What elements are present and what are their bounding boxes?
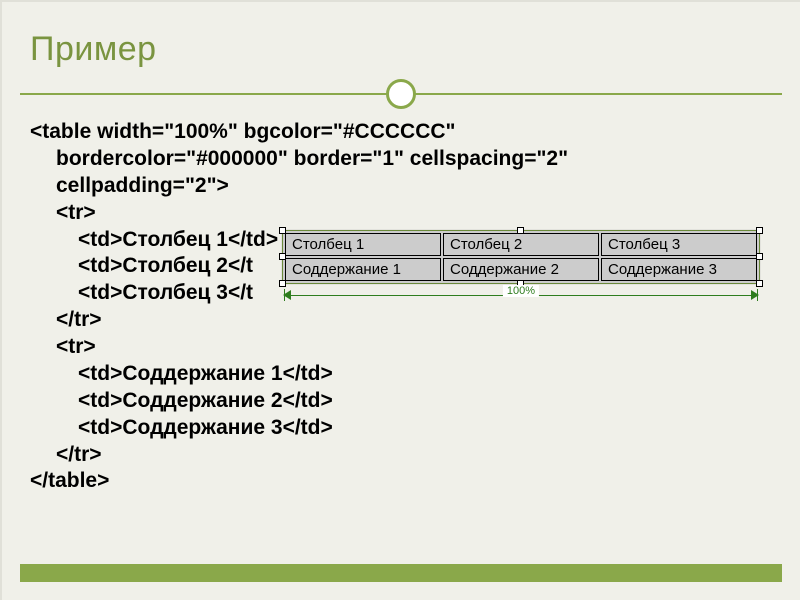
title-divider bbox=[2, 79, 800, 109]
code-line: <tr> bbox=[30, 334, 772, 361]
slide: Пример <table width="100%" bgcolor="#CCC… bbox=[0, 0, 800, 600]
resize-handle-icon[interactable] bbox=[756, 253, 763, 260]
resize-handle-icon[interactable] bbox=[279, 253, 286, 260]
code-line: </table> bbox=[30, 469, 109, 492]
table-cell: Столбец 1 bbox=[285, 233, 441, 256]
code-line: <td>Соддержание 1</td> bbox=[30, 361, 772, 388]
slide-title: Пример bbox=[2, 2, 800, 79]
table-cell: Столбец 3 bbox=[601, 233, 757, 256]
title-area: Пример bbox=[2, 2, 800, 79]
table-row: Соддержание 1 Соддержание 2 Соддержание … bbox=[285, 258, 757, 281]
table-cell: Соддержание 1 bbox=[285, 258, 441, 281]
table-cell: Соддержание 3 bbox=[601, 258, 757, 281]
footer-bar bbox=[20, 564, 782, 582]
code-line: cellpadding="2"> bbox=[30, 173, 772, 200]
width-indicator: 100% bbox=[283, 287, 759, 307]
table-cell: Соддержание 2 bbox=[443, 258, 599, 281]
code-line: <td>Соддержание 2</td> bbox=[30, 388, 772, 415]
code-block: <table width="100%" bgcolor="#CCCCCC" bo… bbox=[30, 119, 772, 495]
code-line: bordercolor="#000000" border="1" cellspa… bbox=[30, 146, 772, 173]
table-row: Столбец 1 Столбец 2 Столбец 3 bbox=[285, 233, 757, 256]
code-line: <table width="100%" bgcolor="#CCCCCC" bbox=[30, 120, 456, 143]
width-label: 100% bbox=[503, 285, 539, 297]
code-line: <td>Соддержание 3</td> bbox=[30, 415, 772, 442]
resize-handle-icon[interactable] bbox=[756, 280, 763, 287]
resize-handle-icon[interactable] bbox=[756, 227, 763, 234]
code-line: </tr> bbox=[30, 307, 772, 334]
table-cell: Столбец 2 bbox=[443, 233, 599, 256]
code-line: </tr> bbox=[30, 442, 772, 469]
example-table-preview: Столбец 1 Столбец 2 Столбец 3 Соддержани… bbox=[282, 230, 760, 284]
resize-handle-icon[interactable] bbox=[279, 227, 286, 234]
resize-handle-icon[interactable] bbox=[517, 227, 524, 234]
divider-circle-icon bbox=[386, 79, 416, 109]
tick-icon bbox=[757, 289, 758, 301]
rendered-table: Столбец 1 Столбец 2 Столбец 3 Соддержани… bbox=[283, 231, 759, 283]
resize-handle-icon[interactable] bbox=[279, 280, 286, 287]
code-line: <tr> bbox=[30, 200, 772, 227]
